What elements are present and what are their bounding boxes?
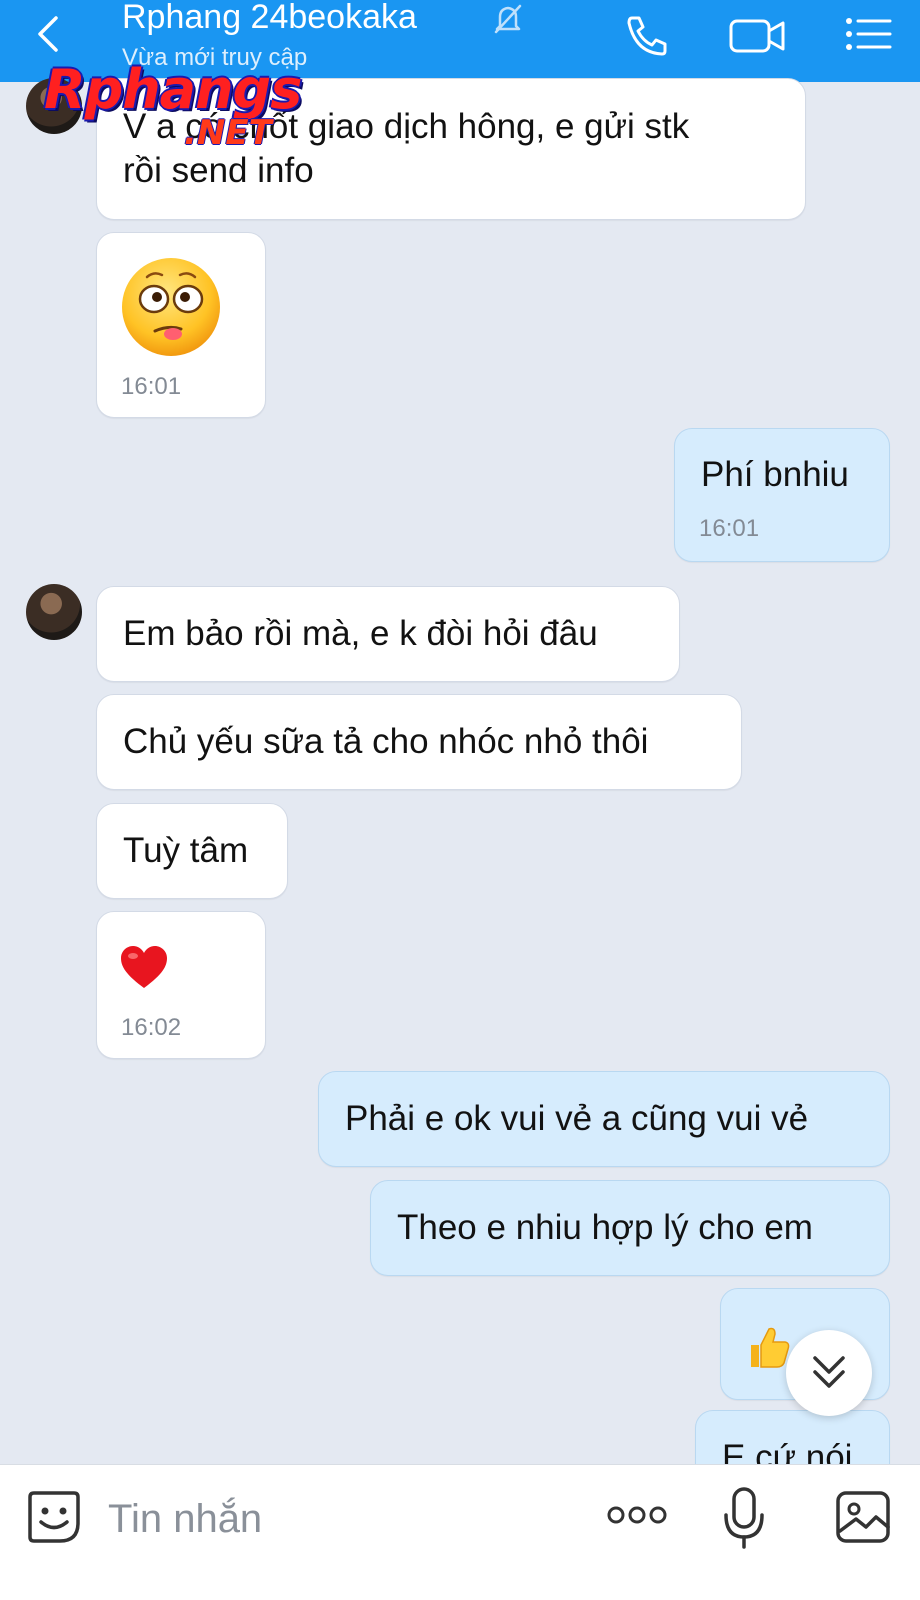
double-chevron-down-icon [813,1356,845,1388]
call-button[interactable] [620,12,672,58]
sticker-smiley-icon [28,1491,80,1543]
chat-header: Rphang 24beokaka Vừa mới truy cập [0,0,920,82]
image-attach-button[interactable] [834,1489,892,1545]
message-text: V a có chốt giao dịch hông, e gửi stk [123,107,690,146]
composer-bar: Tin nhắn [0,1464,920,1600]
message-text: Em bảo rồi mà, e k đòi hỏi đâu [123,614,598,653]
message-input[interactable]: Tin nhắn [108,1495,262,1543]
contact-avatar[interactable] [26,584,82,640]
message-text: Phí bnhiu [701,455,849,494]
message-bubble[interactable]: Tuỳ tâm [96,803,288,899]
voice-record-button[interactable] [722,1485,766,1551]
message-text: Phải e ok vui vẻ a cũng vui vẻ [345,1099,809,1138]
phone-icon [627,16,667,56]
image-icon [836,1491,890,1543]
contact-name[interactable]: Rphang 24beokaka [122,0,417,37]
message-bubble-sent[interactable]: Phải e ok vui vẻ a cũng vui vẻ [318,1071,890,1167]
bell-off-icon [490,2,526,36]
message-text: Tuỳ tâm [123,831,249,870]
message-bubble[interactable]: 16:02 [96,911,266,1059]
menu-button[interactable] [842,12,894,58]
drooling-face-emoji [122,258,220,356]
message-time: 16:02 [121,1014,182,1041]
video-call-button[interactable] [728,12,785,58]
list-menu-icon [846,18,892,50]
back-button[interactable] [30,12,70,56]
message-time: 16:01 [699,515,760,542]
microphone-icon [724,1487,764,1549]
video-camera-icon [729,19,785,53]
message-text: Theo e nhiu hợp lý cho em [397,1208,813,1247]
more-dots-icon [607,1506,667,1524]
online-status: Vừa mới truy cập [122,44,308,71]
message-bubble[interactable]: Em bảo rồi mà, e k đòi hỏi đâu [96,586,680,682]
message-bubble[interactable]: Chủ yếu sữa tả cho nhóc nhỏ thôi [96,694,742,790]
contact-avatar[interactable] [26,78,82,134]
message-text: Chủ yếu sữa tả cho nhóc nhỏ thôi [123,722,649,761]
message-bubble[interactable]: 16:01 [96,232,266,418]
chevron-left-icon [38,16,58,52]
message-bubble-sent[interactable]: Phí bnhiu 16:01 [674,428,890,562]
sticker-button[interactable] [26,1489,82,1545]
message-text: rồi send info [123,151,314,190]
message-bubble[interactable]: V a có chốt giao dịch hông, e gửi stk rồ… [96,78,806,220]
more-button[interactable] [606,1501,668,1529]
red-heart-emoji [121,946,167,988]
message-bubble-sent[interactable]: Theo e nhiu hợp lý cho em [370,1180,890,1276]
scroll-to-bottom-button[interactable] [786,1330,872,1416]
message-time: 16:01 [121,373,182,400]
